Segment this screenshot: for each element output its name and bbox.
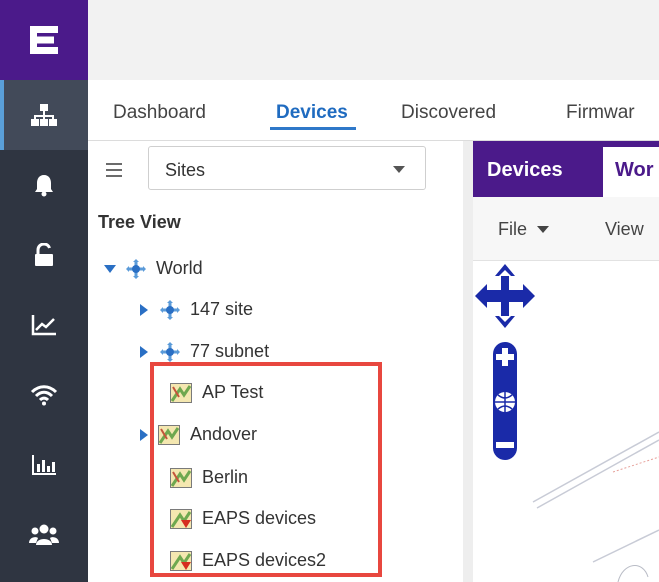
view-selector[interactable]: Sites <box>148 146 426 190</box>
tree-label: World <box>156 258 203 278</box>
tab-devices[interactable]: Devices <box>270 98 356 130</box>
tree-label: 147 site <box>190 299 254 319</box>
extreme-logo[interactable] <box>0 0 88 80</box>
top-header <box>88 0 659 80</box>
tab-dashboard[interactable]: Dashboard <box>113 98 206 124</box>
tab-discovered[interactable]: Discovered <box>401 98 496 124</box>
bell-icon <box>35 175 53 197</box>
expand-right-icon[interactable] <box>140 345 148 358</box>
view-selector-value: Sites <box>165 160 206 180</box>
site-globe-icon <box>160 299 180 320</box>
map-toolbar: File View <box>473 197 659 261</box>
tree-node-77-subnet[interactable]: 77 subnet <box>140 341 269 362</box>
site-globe-icon <box>126 258 146 279</box>
tree-node-world[interactable]: World <box>104 258 203 279</box>
logo-icon <box>30 26 58 54</box>
nav-control[interactable] <box>0 220 88 290</box>
map-pane: Devices Wor File View <box>473 141 659 582</box>
map-pane-tabs: Devices Wor <box>473 141 659 197</box>
topology-icon <box>31 104 57 126</box>
users-icon <box>29 524 59 545</box>
nav-wireless[interactable] <box>0 360 88 430</box>
map-canvas[interactable] <box>473 262 659 582</box>
expand-right-icon[interactable] <box>140 428 148 441</box>
nav-network[interactable] <box>0 80 88 150</box>
view-menu[interactable]: View <box>605 219 644 240</box>
main-tabs: Dashboard Devices Discovered Firmwar <box>88 98 659 138</box>
chevron-down-icon <box>393 166 405 173</box>
wifi-icon <box>30 385 58 406</box>
zoom-control-icon <box>493 342 517 460</box>
chart-icon <box>31 315 56 336</box>
tree-label: 77 subnet <box>190 341 270 361</box>
reports-icon <box>32 455 56 475</box>
tree-node-147-site[interactable]: 147 site <box>140 299 253 320</box>
panel-splitter[interactable] <box>463 141 473 582</box>
nav-admin[interactable] <box>0 500 88 570</box>
site-globe-icon <box>160 341 180 362</box>
unlock-icon <box>35 243 53 266</box>
file-menu[interactable]: File <box>498 219 550 240</box>
map-drawing <box>475 264 659 582</box>
file-menu-label: File <box>498 219 528 239</box>
nav-reports[interactable] <box>0 430 88 500</box>
expand-down-icon[interactable] <box>104 264 116 273</box>
pan-control-icon <box>475 264 535 328</box>
tab-devices-sub[interactable]: Devices <box>487 159 563 182</box>
tab-world[interactable]: Wor <box>603 147 659 197</box>
nav-alarms[interactable] <box>0 150 88 220</box>
nav-analytics[interactable] <box>0 290 88 360</box>
highlight-box <box>150 362 382 577</box>
chevron-down-icon <box>537 226 550 233</box>
tab-world-label: Wor <box>615 159 654 181</box>
tree-view-title: Tree View <box>98 212 181 232</box>
tab-firmware[interactable]: Firmwar <box>566 98 635 124</box>
menu-icon[interactable] <box>106 163 124 177</box>
nav-rail <box>0 0 88 582</box>
expand-right-icon[interactable] <box>140 303 148 316</box>
